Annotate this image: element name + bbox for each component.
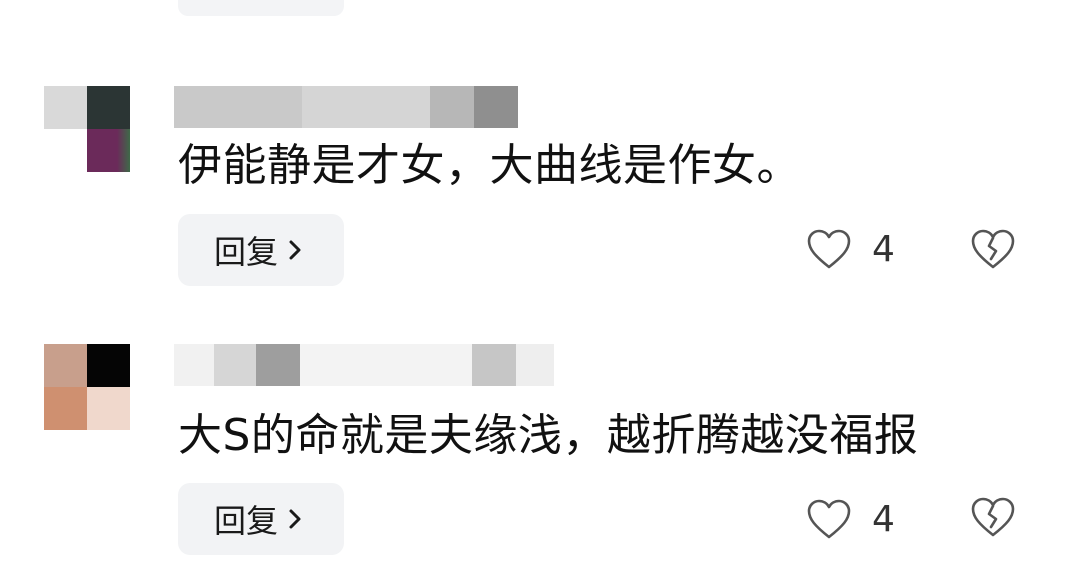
comment-text: 大S的命就是夫缘浅，越折腾越没福报	[178, 410, 919, 461]
avatar[interactable]	[44, 86, 130, 172]
reply-button[interactable]: 回复	[178, 483, 344, 555]
reply-button[interactable]: 回复	[178, 214, 344, 286]
heart-outline-icon	[807, 229, 851, 269]
broken-heart-icon[interactable]	[970, 226, 1016, 272]
comment-text: 伊能静是才女，大曲线是作女。	[178, 140, 801, 191]
like-count: 4	[872, 498, 895, 540]
chevron-right-icon	[289, 240, 301, 260]
reply-label: 回复	[213, 233, 278, 271]
like-button[interactable]: 4	[806, 224, 895, 274]
heart-outline-icon	[807, 499, 851, 539]
username-redacted[interactable]	[174, 344, 554, 386]
broken-heart-icon[interactable]	[970, 494, 1016, 540]
previous-reply-button[interactable]	[178, 0, 344, 16]
avatar[interactable]	[44, 344, 130, 430]
reply-label: 回复	[213, 502, 278, 540]
chevron-right-icon	[289, 509, 301, 529]
like-count: 4	[872, 228, 895, 270]
like-button[interactable]: 4	[806, 494, 895, 544]
username-redacted[interactable]	[174, 86, 519, 128]
